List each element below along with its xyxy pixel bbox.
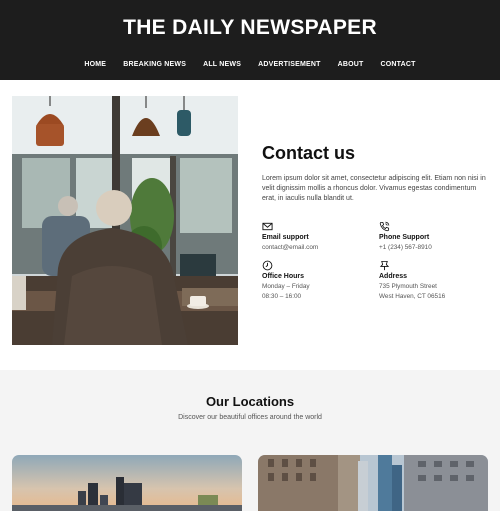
- office-hours-label: Office Hours: [262, 273, 305, 280]
- nav-breaking-news[interactable]: BREAKING NEWS: [115, 61, 195, 68]
- address-street: 735 Plymouth Street: [379, 283, 437, 290]
- email-support-value[interactable]: contact@email.com: [262, 243, 372, 253]
- address-label: Address: [379, 273, 408, 280]
- email-support-block: Email support contact@email.com: [262, 221, 372, 253]
- phone-support-value[interactable]: +1 (234) 567-8910: [379, 243, 489, 253]
- site-title[interactable]: THE DAILY NEWSPAPER: [0, 16, 500, 40]
- contact-description: Lorem ipsum dolor sit amet, consectetur …: [262, 175, 486, 203]
- nav-contact[interactable]: CONTACT: [372, 61, 424, 68]
- address-block: Address 735 Plymouth Street West Haven, …: [379, 260, 489, 301]
- map-pin-icon: [379, 260, 390, 271]
- locations-title: Our Locations: [205, 394, 295, 409]
- location-card-skyline[interactable]: [12, 455, 242, 511]
- nav-advertisement[interactable]: ADVERTISEMENT: [250, 61, 330, 68]
- nav-about[interactable]: ABOUT: [329, 61, 372, 68]
- city-skyline-photo: [12, 455, 242, 511]
- clock-icon: [262, 260, 273, 271]
- city-street-photo: [258, 455, 488, 511]
- main-nav: HOME BREAKING NEWS ALL NEWS ADVERTISEMEN…: [0, 61, 500, 68]
- contact-title: Contact us: [262, 143, 356, 163]
- office-hours-days: Monday – Friday: [262, 283, 310, 290]
- location-card-street[interactable]: [258, 455, 488, 511]
- nav-home[interactable]: HOME: [76, 61, 115, 68]
- cafe-photo-illustration: [12, 96, 238, 345]
- office-hours-time: 08:30 – 16:00: [262, 292, 302, 300]
- locations-subtitle: Discover our beautiful offices around th…: [178, 414, 322, 421]
- office-hours-block: Office Hours Monday – Friday 08:30 – 16:…: [262, 260, 372, 301]
- email-support-label: Email support: [262, 234, 309, 241]
- cafe-photo: [12, 96, 238, 345]
- site-header: THE DAILY NEWSPAPER HOME BREAKING NEWS A…: [0, 0, 500, 80]
- address-city: West Haven, CT 06516: [379, 292, 446, 300]
- phone-icon: [379, 221, 390, 232]
- phone-support-label: Phone Support: [379, 234, 430, 241]
- phone-support-block: Phone Support +1 (234) 567-8910: [379, 221, 489, 253]
- envelope-icon: [262, 222, 273, 231]
- nav-all-news[interactable]: ALL NEWS: [195, 61, 250, 68]
